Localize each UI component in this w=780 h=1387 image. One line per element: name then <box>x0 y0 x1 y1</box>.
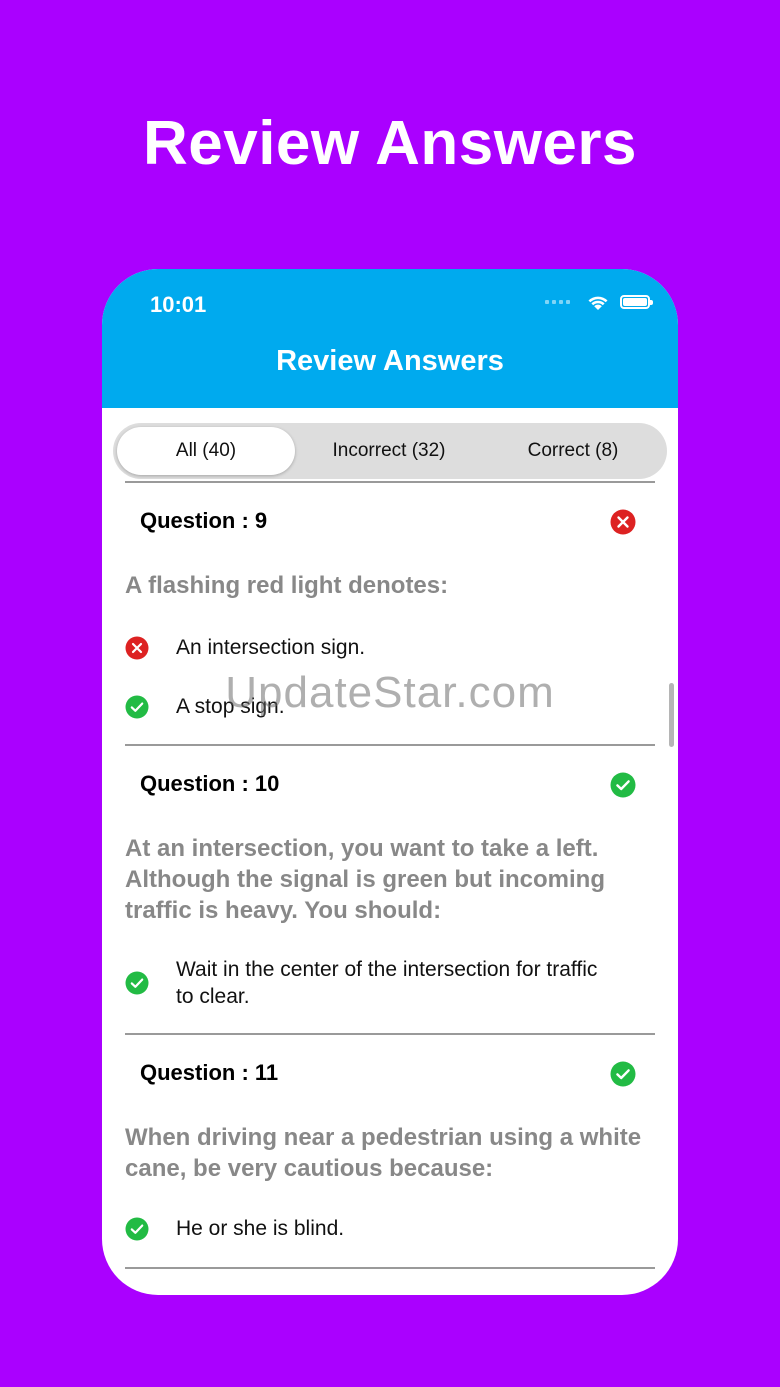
check-circle-icon <box>125 971 149 995</box>
answer-filter-tabs: All (40) Incorrect (32) Correct (8) <box>113 423 667 479</box>
phone-screen: 10:01 Review Answers All (40) Incorrect … <box>102 269 678 1295</box>
app-title: Review Answers <box>276 345 504 377</box>
status-icons <box>545 293 653 311</box>
divider <box>125 481 655 483</box>
wifi-icon <box>588 296 608 310</box>
promo-title: Review Answers <box>142 109 638 178</box>
tab-incorrect[interactable]: Incorrect (32) <box>299 427 479 475</box>
question-text: At an intersection, you want to take a l… <box>125 835 605 924</box>
x-circle-icon <box>125 636 149 660</box>
question-title: Question : 11 <box>140 1060 279 1085</box>
x-circle-icon <box>610 509 636 535</box>
divider <box>125 744 655 746</box>
divider <box>125 1267 655 1269</box>
question-title: Question : 9 <box>140 508 268 533</box>
check-circle-icon <box>125 1217 149 1241</box>
tab-correct[interactable]: Correct (8) <box>483 427 663 475</box>
tab-all[interactable]: All (40) <box>117 427 295 475</box>
signal-icon <box>545 300 570 304</box>
answer-text: He or she is blind. <box>176 1217 345 1240</box>
question-title: Question : 10 <box>140 771 280 796</box>
question-text: When driving near a pedestrian using a w… <box>125 1124 642 1182</box>
question-text: A flashing red light denotes: <box>125 572 449 599</box>
watermark: UpdateStar.com <box>225 668 555 717</box>
check-circle-icon <box>610 772 636 798</box>
app-header: 10:01 Review Answers <box>102 269 678 408</box>
answer-text: An intersection sign. <box>176 636 366 659</box>
status-time: 10:01 <box>150 292 207 317</box>
divider <box>125 1033 655 1035</box>
answer-text: Wait in the center of the intersection f… <box>176 958 598 1008</box>
battery-icon <box>620 295 653 309</box>
check-circle-icon <box>610 1061 636 1087</box>
